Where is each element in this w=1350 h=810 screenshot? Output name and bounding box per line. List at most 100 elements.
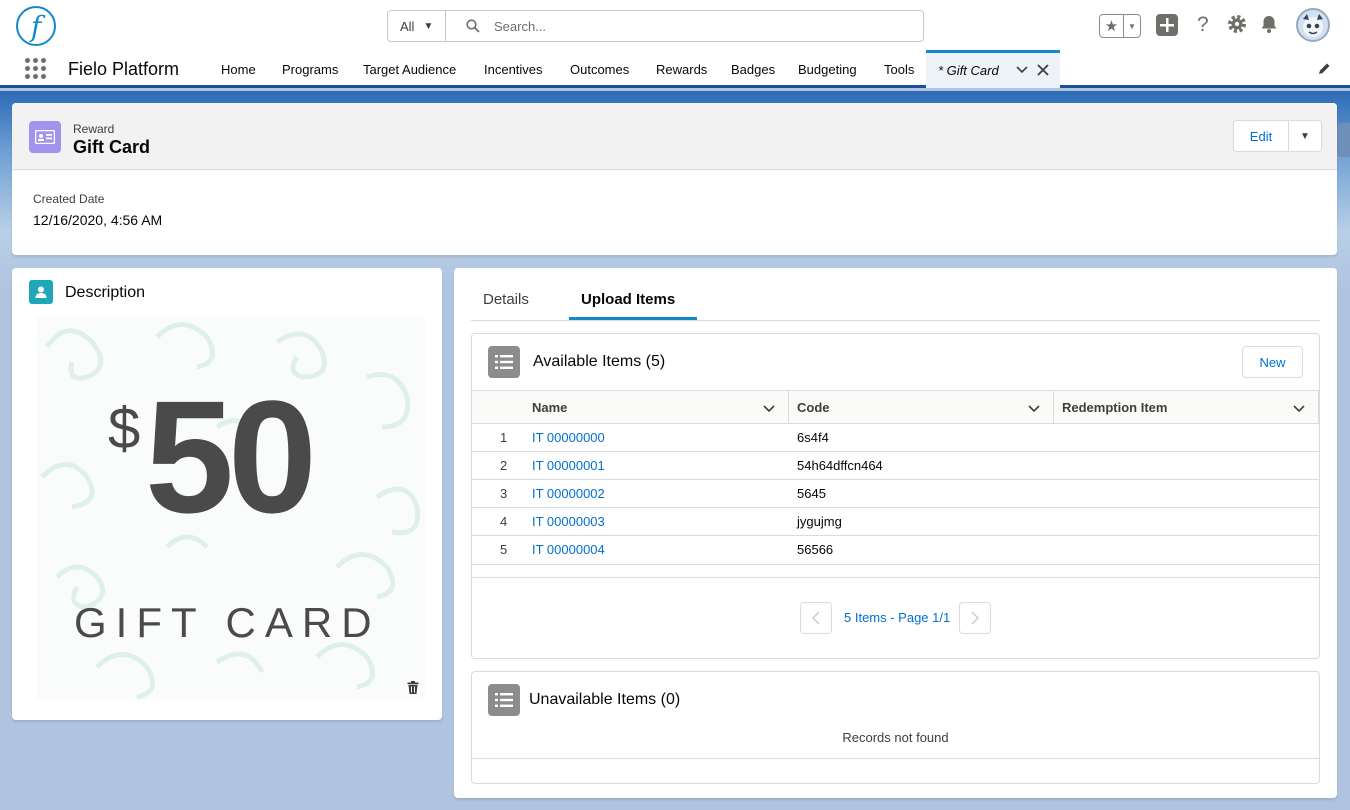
unavailable-items-title: Unavailable Items (0) (529, 691, 681, 708)
edit-button[interactable]: Edit (1234, 121, 1289, 151)
chevron-down-icon[interactable] (1027, 401, 1041, 418)
next-page-button[interactable] (959, 602, 991, 634)
search-input[interactable] (494, 18, 874, 34)
favorites-button[interactable]: ★ ▼ (1099, 14, 1141, 38)
table-row: 5 IT 00000004 56566 (472, 536, 1319, 565)
gift-card-amount: 50 (145, 367, 317, 546)
list-icon (488, 684, 520, 716)
empty-state-text: Records not found (842, 730, 949, 745)
column-header-code[interactable]: Code (797, 400, 830, 415)
app-launcher-icon[interactable] (25, 58, 47, 80)
column-divider (1318, 391, 1319, 424)
chevron-right-icon (971, 611, 979, 625)
contact-icon (29, 280, 53, 304)
search-scope-dropdown[interactable]: All ▼ (388, 11, 446, 41)
item-name-link[interactable]: IT 00000000 (532, 430, 605, 445)
tab-details[interactable]: Details (483, 291, 529, 308)
item-name-link[interactable]: IT 00000003 (532, 514, 605, 529)
column-header-redemption-item[interactable]: Redemption Item (1062, 400, 1167, 415)
reward-icon (29, 121, 61, 153)
gear-icon[interactable] (1227, 14, 1247, 34)
record-header: Reward Gift Card Edit ▼ Created Date 12/… (12, 103, 1337, 255)
record-header-top: Reward Gift Card Edit ▼ (12, 103, 1337, 170)
column-divider[interactable] (1053, 391, 1054, 424)
divider (472, 758, 1319, 759)
tab-gift-card[interactable]: * Gift Card (926, 50, 1060, 88)
caret-down-icon: ▼ (423, 20, 434, 32)
table-header: Name Code Redemption Item (472, 390, 1319, 424)
chevron-down-icon[interactable]: ▼ (1124, 15, 1140, 37)
table-scrollbar-track[interactable] (472, 577, 1319, 578)
item-name-link[interactable]: IT 00000001 (532, 458, 605, 473)
table-row: 3 IT 00000002 5645 (472, 480, 1319, 508)
chevron-down-icon[interactable] (1292, 401, 1306, 418)
description-title: Description (65, 284, 146, 301)
pagination-info: 5 Items - Page 1/1 (844, 610, 951, 625)
nav-item-programs[interactable]: Programs (282, 62, 338, 77)
table-row: 4 IT 00000003 jygujmg (472, 508, 1319, 536)
row-number: 4 (500, 514, 508, 529)
previous-page-button[interactable] (800, 602, 832, 634)
chevron-down-icon[interactable] (762, 401, 776, 418)
unavailable-items-list: Unavailable Items (0) Records not found (471, 671, 1320, 784)
tab-upload-items[interactable]: Upload Items (581, 291, 675, 308)
close-icon[interactable] (1036, 60, 1050, 82)
item-code: 56566 (797, 542, 834, 557)
tab-bar: Details Upload Items (471, 268, 1320, 321)
help-icon[interactable]: ? (1197, 13, 1209, 37)
item-code: jygujmg (797, 514, 842, 529)
fielo-logo[interactable]: f (16, 6, 56, 46)
trash-icon[interactable] (407, 681, 419, 697)
list-icon (488, 346, 520, 378)
tab-gift-card-label: * Gift Card (938, 63, 999, 78)
gift-card-label: GIFT CARD (74, 599, 381, 646)
active-tab-indicator (569, 317, 697, 320)
global-header: f All ▼ ★ ▼ ? (0, 0, 1350, 50)
item-code: 54h64dffcn464 (797, 458, 883, 473)
nav-item-home[interactable]: Home (221, 62, 256, 77)
chevron-down-icon[interactable] (1015, 62, 1029, 79)
nav-item-badges[interactable]: Badges (731, 62, 775, 77)
item-name-link[interactable]: IT 00000002 (532, 486, 605, 501)
row-number: 1 (500, 430, 508, 445)
row-number: 3 (500, 486, 508, 501)
chevron-left-icon (812, 611, 820, 625)
column-header-name[interactable]: Name (532, 400, 567, 415)
user-avatar[interactable] (1296, 8, 1330, 42)
item-name-link[interactable]: IT 00000004 (532, 542, 605, 557)
global-search: All ▼ (387, 10, 924, 42)
star-icon: ★ (1100, 15, 1124, 37)
search-field (446, 11, 923, 41)
bell-icon[interactable] (1259, 14, 1279, 34)
item-code: 5645 (797, 486, 826, 501)
row-number: 5 (500, 542, 508, 557)
search-icon (466, 19, 480, 33)
column-divider[interactable] (788, 391, 789, 424)
more-actions-button[interactable]: ▼ (1289, 121, 1321, 151)
related-card: Details Upload Items Available Items (5)… (454, 268, 1337, 798)
utility-panel-handle[interactable] (1337, 123, 1350, 157)
nav-item-rewards[interactable]: Rewards (656, 62, 707, 77)
item-code: 6s4f4 (797, 430, 829, 445)
available-items-title: Available Items (5) (533, 353, 666, 370)
nav-item-incentives[interactable]: Incentives (484, 62, 543, 77)
pencil-icon[interactable] (1317, 62, 1331, 79)
nav-item-outcomes[interactable]: Outcomes (570, 62, 629, 77)
table-row: 1 IT 00000000 6s4f4 (472, 424, 1319, 452)
row-number: 2 (500, 458, 508, 473)
add-icon[interactable] (1156, 14, 1178, 36)
app-navigation: Fielo Platform Home Programs Target Audi… (0, 50, 1350, 88)
record-actions: Edit ▼ (1233, 120, 1322, 152)
description-card: Description $ 50 GIFT CARD (12, 268, 442, 720)
nav-item-target-audience[interactable]: Target Audience (363, 62, 456, 77)
nav-item-tools[interactable]: Tools (884, 62, 914, 77)
caret-down-icon: ▼ (1300, 130, 1310, 142)
gift-card-image: $ 50 GIFT CARD (37, 317, 426, 699)
table-row: 2 IT 00000001 54h64dffcn464 (472, 452, 1319, 480)
nav-item-budgeting[interactable]: Budgeting (798, 62, 857, 77)
gift-card-currency: $ (108, 396, 141, 461)
new-button[interactable]: New (1242, 346, 1303, 378)
created-date-value: 12/16/2020, 4:56 AM (33, 212, 163, 228)
record-type-label: Reward (73, 122, 115, 136)
created-date-label: Created Date (33, 192, 105, 206)
